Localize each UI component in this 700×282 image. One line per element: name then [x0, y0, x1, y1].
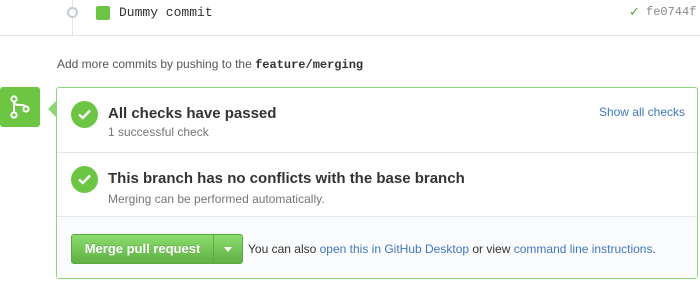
conflicts-section: This branch has no conflicts with the ba… — [57, 153, 697, 217]
show-all-checks-link[interactable]: Show all checks — [599, 105, 685, 119]
commit-node-icon — [67, 7, 78, 18]
conflicts-subtitle: Merging can be performed automatically. — [108, 192, 325, 206]
also-prefix: You can also — [248, 242, 320, 256]
check-icon[interactable]: ✓ — [629, 4, 640, 20]
merge-pull-request-button[interactable]: Merge pull request — [72, 235, 213, 263]
commit-sha[interactable]: fe0744f — [646, 5, 696, 19]
merge-section: Merge pull request You can also open thi… — [57, 217, 697, 278]
timeline-line — [72, 0, 73, 36]
check-circle-icon — [71, 101, 98, 128]
commit-row: Dummy commit ✓ fe0744f — [0, 0, 700, 36]
commit-message[interactable]: Dummy commit — [119, 5, 213, 20]
or-view-text: or view — [469, 242, 514, 256]
checks-title: All checks have passed — [108, 105, 277, 122]
github-desktop-link[interactable]: open this in GitHub Desktop — [320, 242, 469, 256]
merge-panel: All checks have passed 1 successful chec… — [56, 87, 698, 279]
alternative-merge-text: You can also open this in GitHub Desktop… — [248, 242, 656, 256]
avatar[interactable] — [96, 6, 110, 20]
checks-subtitle: 1 successful check — [108, 125, 209, 139]
conflicts-title: This branch has no conflicts with the ba… — [108, 170, 465, 187]
push-hint: Add more commits by pushing to the featu… — [57, 57, 363, 72]
check-circle-icon — [71, 166, 98, 193]
command-line-instructions-link[interactable]: command line instructions — [514, 242, 653, 256]
also-suffix: . — [652, 242, 656, 256]
checks-section: All checks have passed 1 successful chec… — [57, 88, 697, 153]
merge-button-group: Merge pull request — [71, 234, 243, 264]
panel-pointer — [48, 101, 56, 117]
push-hint-text: Add more commits by pushing to the — [57, 57, 256, 71]
branch-name: feature/merging — [255, 58, 364, 72]
merge-icon — [0, 87, 40, 127]
chevron-down-icon[interactable] — [214, 235, 242, 263]
